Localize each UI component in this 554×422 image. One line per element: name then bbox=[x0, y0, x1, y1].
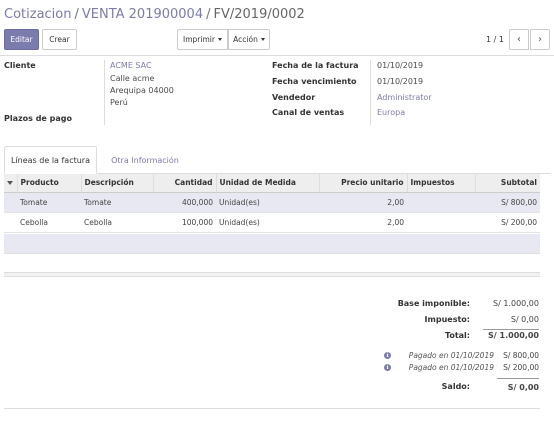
address-line: Arequipa 04000 bbox=[110, 86, 174, 95]
cell-producto: Cebolla bbox=[17, 212, 81, 233]
canal-label: Canal de ventas bbox=[272, 108, 345, 117]
column-header-cantidad[interactable]: Cantidad bbox=[152, 174, 216, 193]
caret-down-icon bbox=[7, 181, 13, 186]
cell-impuestos bbox=[407, 192, 475, 213]
cell-cantidad: 400,000 bbox=[153, 192, 216, 213]
cell-subtotal: S/ 800,00 bbox=[475, 192, 540, 213]
plazos-label: Plazos de pago bbox=[4, 114, 72, 123]
column-header-producto[interactable]: Producto bbox=[16, 174, 81, 193]
field-divider bbox=[370, 60, 371, 125]
cell-subtotal: S/ 200,00 bbox=[475, 212, 540, 233]
cell-producto: Tomate bbox=[17, 192, 81, 213]
cliente-link[interactable]: ACME SAC bbox=[110, 61, 152, 70]
base-imponible-label: Base imponible: bbox=[397, 299, 470, 308]
info-icon[interactable]: i bbox=[384, 352, 391, 359]
payment-label: Pagado en 01/10/2019 bbox=[408, 351, 494, 360]
notebook-tabs: Líneas de la factura Otra Información bbox=[4, 146, 551, 174]
row-handle bbox=[4, 192, 17, 213]
info-icon[interactable]: i bbox=[384, 364, 391, 371]
column-header-impuestos[interactable]: Impuestos bbox=[406, 174, 475, 193]
toolbar-divider bbox=[0, 55, 554, 56]
tab-otra-informacion[interactable]: Otra Información bbox=[99, 146, 191, 174]
cell-descripcion: Tomate bbox=[81, 192, 153, 213]
table-empty-row bbox=[4, 234, 540, 253]
saldo-value: S/ 0,00 bbox=[507, 383, 539, 392]
pager-value: 1 / 1 bbox=[486, 35, 504, 44]
print-dropdown-button[interactable]: Imprimir bbox=[177, 29, 228, 50]
breadcrumb: Cotizacion / VENTA 201900004/FV/2019/0002 bbox=[4, 7, 305, 22]
table-footer-bar bbox=[4, 272, 540, 277]
chevron-right-icon: › bbox=[538, 34, 542, 45]
breadcrumb-link-cotizacion[interactable]: Cotizacion bbox=[4, 7, 71, 22]
fecha-vencimiento-value: 01/10/2019 bbox=[377, 77, 424, 86]
total-divider bbox=[483, 329, 539, 330]
edit-button[interactable]: Editar bbox=[4, 29, 39, 50]
table-header-row: Producto Descripción Cantidad Unidad de … bbox=[4, 174, 540, 193]
breadcrumb-link-venta[interactable]: VENTA 201900004 bbox=[82, 7, 203, 22]
vendedor-label: Vendedor bbox=[272, 93, 316, 102]
payment-amount: S/ 800,00 bbox=[503, 351, 539, 360]
pager-next-button[interactable]: › bbox=[530, 29, 550, 50]
chevron-left-icon: ‹ bbox=[517, 34, 521, 45]
action-label: Acción bbox=[233, 35, 258, 44]
pager-prev-button[interactable]: ‹ bbox=[509, 29, 529, 50]
column-header-precio[interactable]: Precio unitario bbox=[318, 174, 407, 193]
row-handle bbox=[4, 212, 17, 233]
cell-unidad: Unidad(es) bbox=[216, 212, 319, 233]
canal-link[interactable]: Europa bbox=[377, 108, 405, 117]
caret-down-icon bbox=[260, 38, 265, 41]
cell-descripcion: Cebolla bbox=[81, 212, 153, 233]
breadcrumb-separator: / bbox=[206, 7, 211, 22]
field-divider bbox=[104, 60, 105, 125]
cell-precio: 2,00 bbox=[319, 212, 407, 233]
total-label: Total: bbox=[444, 331, 470, 340]
cell-unidad: Unidad(es) bbox=[216, 192, 319, 213]
column-header-unidad[interactable]: Unidad de Medida bbox=[215, 174, 319, 193]
breadcrumb-current: FV/2019/0002 bbox=[213, 7, 305, 22]
sheet-bottom-divider bbox=[4, 408, 540, 409]
total-value: S/ 1.000,00 bbox=[488, 331, 539, 340]
caret-down-icon bbox=[217, 38, 222, 41]
impuesto-label: Impuesto: bbox=[424, 315, 470, 324]
create-button[interactable]: Crear bbox=[42, 29, 77, 50]
address-line: Perú bbox=[110, 98, 128, 107]
table-divider bbox=[4, 253, 540, 254]
sort-column[interactable] bbox=[4, 174, 17, 193]
column-header-subtotal[interactable]: Subtotal bbox=[474, 174, 540, 193]
impuesto-value: S/ 0,00 bbox=[510, 315, 539, 324]
vendedor-link[interactable]: Administrator bbox=[377, 93, 432, 102]
saldo-label: Saldo: bbox=[441, 382, 470, 391]
cell-cantidad: 100,000 bbox=[153, 212, 216, 233]
cliente-label: Cliente bbox=[4, 61, 36, 70]
print-label: Imprimir bbox=[183, 35, 215, 44]
base-imponible-value: S/ 1.000,00 bbox=[493, 299, 539, 308]
fecha-factura-value: 01/10/2019 bbox=[377, 61, 424, 70]
tab-lineas-factura[interactable]: Líneas de la factura bbox=[4, 146, 97, 174]
cell-impuestos bbox=[407, 212, 475, 233]
payment-amount: S/ 200,00 bbox=[503, 363, 539, 372]
invoice-lines-table: Producto Descripción Cantidad Unidad de … bbox=[4, 174, 540, 233]
breadcrumb-separator: / bbox=[74, 7, 79, 22]
saldo-divider bbox=[497, 378, 539, 379]
fecha-factura-label: Fecha de la factura bbox=[272, 61, 359, 70]
table-row[interactable]: Tomate Tomate 400,000 Unidad(es) 2,00 S/… bbox=[4, 192, 540, 213]
fecha-vencimiento-label: Fecha vencimiento bbox=[272, 77, 357, 86]
action-dropdown-button[interactable]: Acción bbox=[228, 29, 270, 50]
table-row[interactable]: Cebolla Cebolla 100,000 Unidad(es) 2,00 … bbox=[4, 212, 540, 233]
payment-label: Pagado en 01/10/2019 bbox=[408, 363, 494, 372]
address-line: Calle acme bbox=[110, 74, 155, 83]
column-header-descripcion[interactable]: Descripción bbox=[80, 174, 153, 193]
cell-precio: 2,00 bbox=[319, 192, 407, 213]
